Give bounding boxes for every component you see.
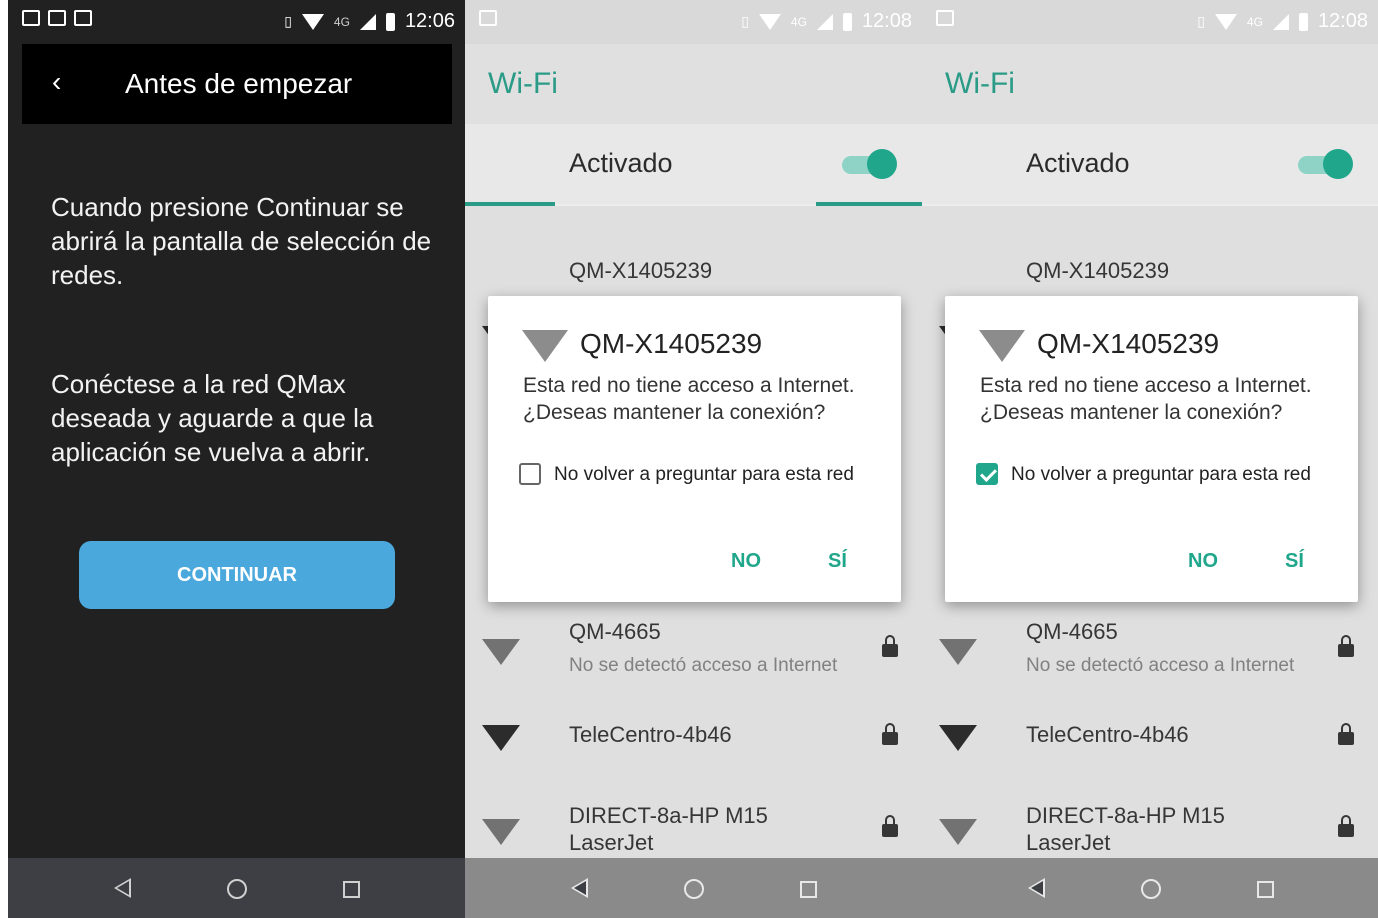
nav-home-icon[interactable] [1141, 879, 1161, 899]
nav-bar [8, 858, 465, 918]
wifi-header: Wi-Fi [465, 44, 922, 124]
page-title: Wi-Fi [945, 67, 1015, 100]
yes-button[interactable]: SÍ [828, 550, 847, 573]
status-bar: ▯ 4G 12:06 [8, 0, 465, 44]
page-title: Wi-Fi [488, 67, 558, 100]
wifi-status-icon [758, 13, 781, 30]
nav-back-icon[interactable] [114, 878, 131, 898]
status-bar: ▯ 4G 12:08 [465, 0, 922, 44]
nav-recents-icon[interactable] [800, 881, 817, 898]
screen-before-start: ▯ 4G 12:06 ‹ Antes de empezar Cuando pre… [8, 0, 465, 918]
nav-back-icon[interactable] [571, 878, 588, 898]
wifi-dialog: QM-X1405239 Esta red no tiene acceso a I… [488, 296, 901, 602]
no-button[interactable]: NO [731, 550, 761, 573]
signal-icon [1272, 13, 1289, 30]
instruction-paragraph-2: Conéctese a la red QMax deseada y aguard… [51, 369, 374, 467]
gmail-notification-icon [22, 10, 40, 26]
screen-wifi-dialog-checked: ▯ 4G 12:08 Wi-Fi Activado QM-X1405239 QM… [922, 0, 1378, 918]
nav-home-icon[interactable] [227, 879, 247, 899]
clock: 12:06 [404, 10, 455, 32]
signal-icon [816, 13, 833, 30]
network-type: 4G [333, 14, 350, 29]
nav-bar [465, 858, 922, 918]
clock: 12:08 [861, 10, 912, 32]
vibrate-icon: ▯ [284, 13, 292, 29]
dont-ask-label[interactable]: No volver a preguntar para esta red [554, 464, 854, 486]
nav-recents-icon[interactable] [343, 881, 360, 898]
status-bar: ▯ 4G 12:08 [922, 0, 1378, 44]
clock: 12:08 [1317, 10, 1368, 32]
instruction-paragraph-1: Cuando presione Continuar se abrirá la p… [51, 192, 432, 290]
wifi-toggle-label: Activado [569, 148, 673, 178]
nav-bar [922, 858, 1378, 918]
dont-ask-checkbox[interactable] [976, 463, 998, 485]
image-notification-icon [479, 10, 497, 26]
dialog-title: QM-X1405239 [1037, 328, 1220, 359]
network-type: 4G [790, 14, 807, 29]
network-type: 4G [1246, 14, 1263, 29]
dialog-title: QM-X1405239 [580, 328, 763, 359]
gmail-notification-icon [48, 10, 66, 26]
page-title: Antes de empezar [125, 68, 353, 99]
wifi-dialog: QM-X1405239 Esta red no tiene acceso a I… [945, 296, 1358, 602]
wifi-toggle-thumb[interactable] [1323, 149, 1353, 179]
screen-wifi-dialog-unchecked: ▯ 4G 12:08 Wi-Fi Activado QM-X1405239 QM… [465, 0, 922, 918]
dont-ask-label[interactable]: No volver a preguntar para esta red [1011, 464, 1311, 486]
dialog-message: Esta red no tiene acceso a Internet. ¿De… [523, 374, 855, 424]
wifi-status-icon [1214, 13, 1237, 30]
nav-back-icon[interactable] [1028, 878, 1045, 898]
vibrate-icon: ▯ [1197, 13, 1205, 29]
continue-button[interactable]: CONTINUAR [79, 541, 395, 609]
wifi-toggle-row[interactable]: Activado [465, 124, 922, 204]
signal-icon [359, 13, 376, 30]
battery-icon [385, 12, 395, 31]
wifi-icon [522, 330, 568, 362]
dialog-message: Esta red no tiene acceso a Internet. ¿De… [980, 374, 1312, 424]
wifi-toggle-label: Activado [1026, 148, 1130, 178]
nav-home-icon[interactable] [684, 879, 704, 899]
image-notification-icon [74, 10, 92, 26]
wifi-icon [979, 330, 1025, 362]
image-notification-icon [936, 10, 954, 26]
wifi-toggle-row[interactable]: Activado [922, 124, 1378, 204]
wifi-header: Wi-Fi [922, 44, 1378, 124]
wifi-status-icon [301, 13, 324, 30]
wifi-toggle-thumb[interactable] [867, 149, 897, 179]
dont-ask-checkbox[interactable] [519, 463, 541, 485]
chevron-left-icon[interactable]: ‹ [52, 66, 61, 98]
vibrate-icon: ▯ [741, 13, 749, 29]
app-bar: ‹ Antes de empezar [22, 44, 452, 124]
no-button[interactable]: NO [1188, 550, 1218, 573]
battery-icon [842, 12, 852, 31]
battery-icon [1298, 12, 1308, 31]
nav-recents-icon[interactable] [1257, 881, 1274, 898]
yes-button[interactable]: SÍ [1285, 550, 1304, 573]
